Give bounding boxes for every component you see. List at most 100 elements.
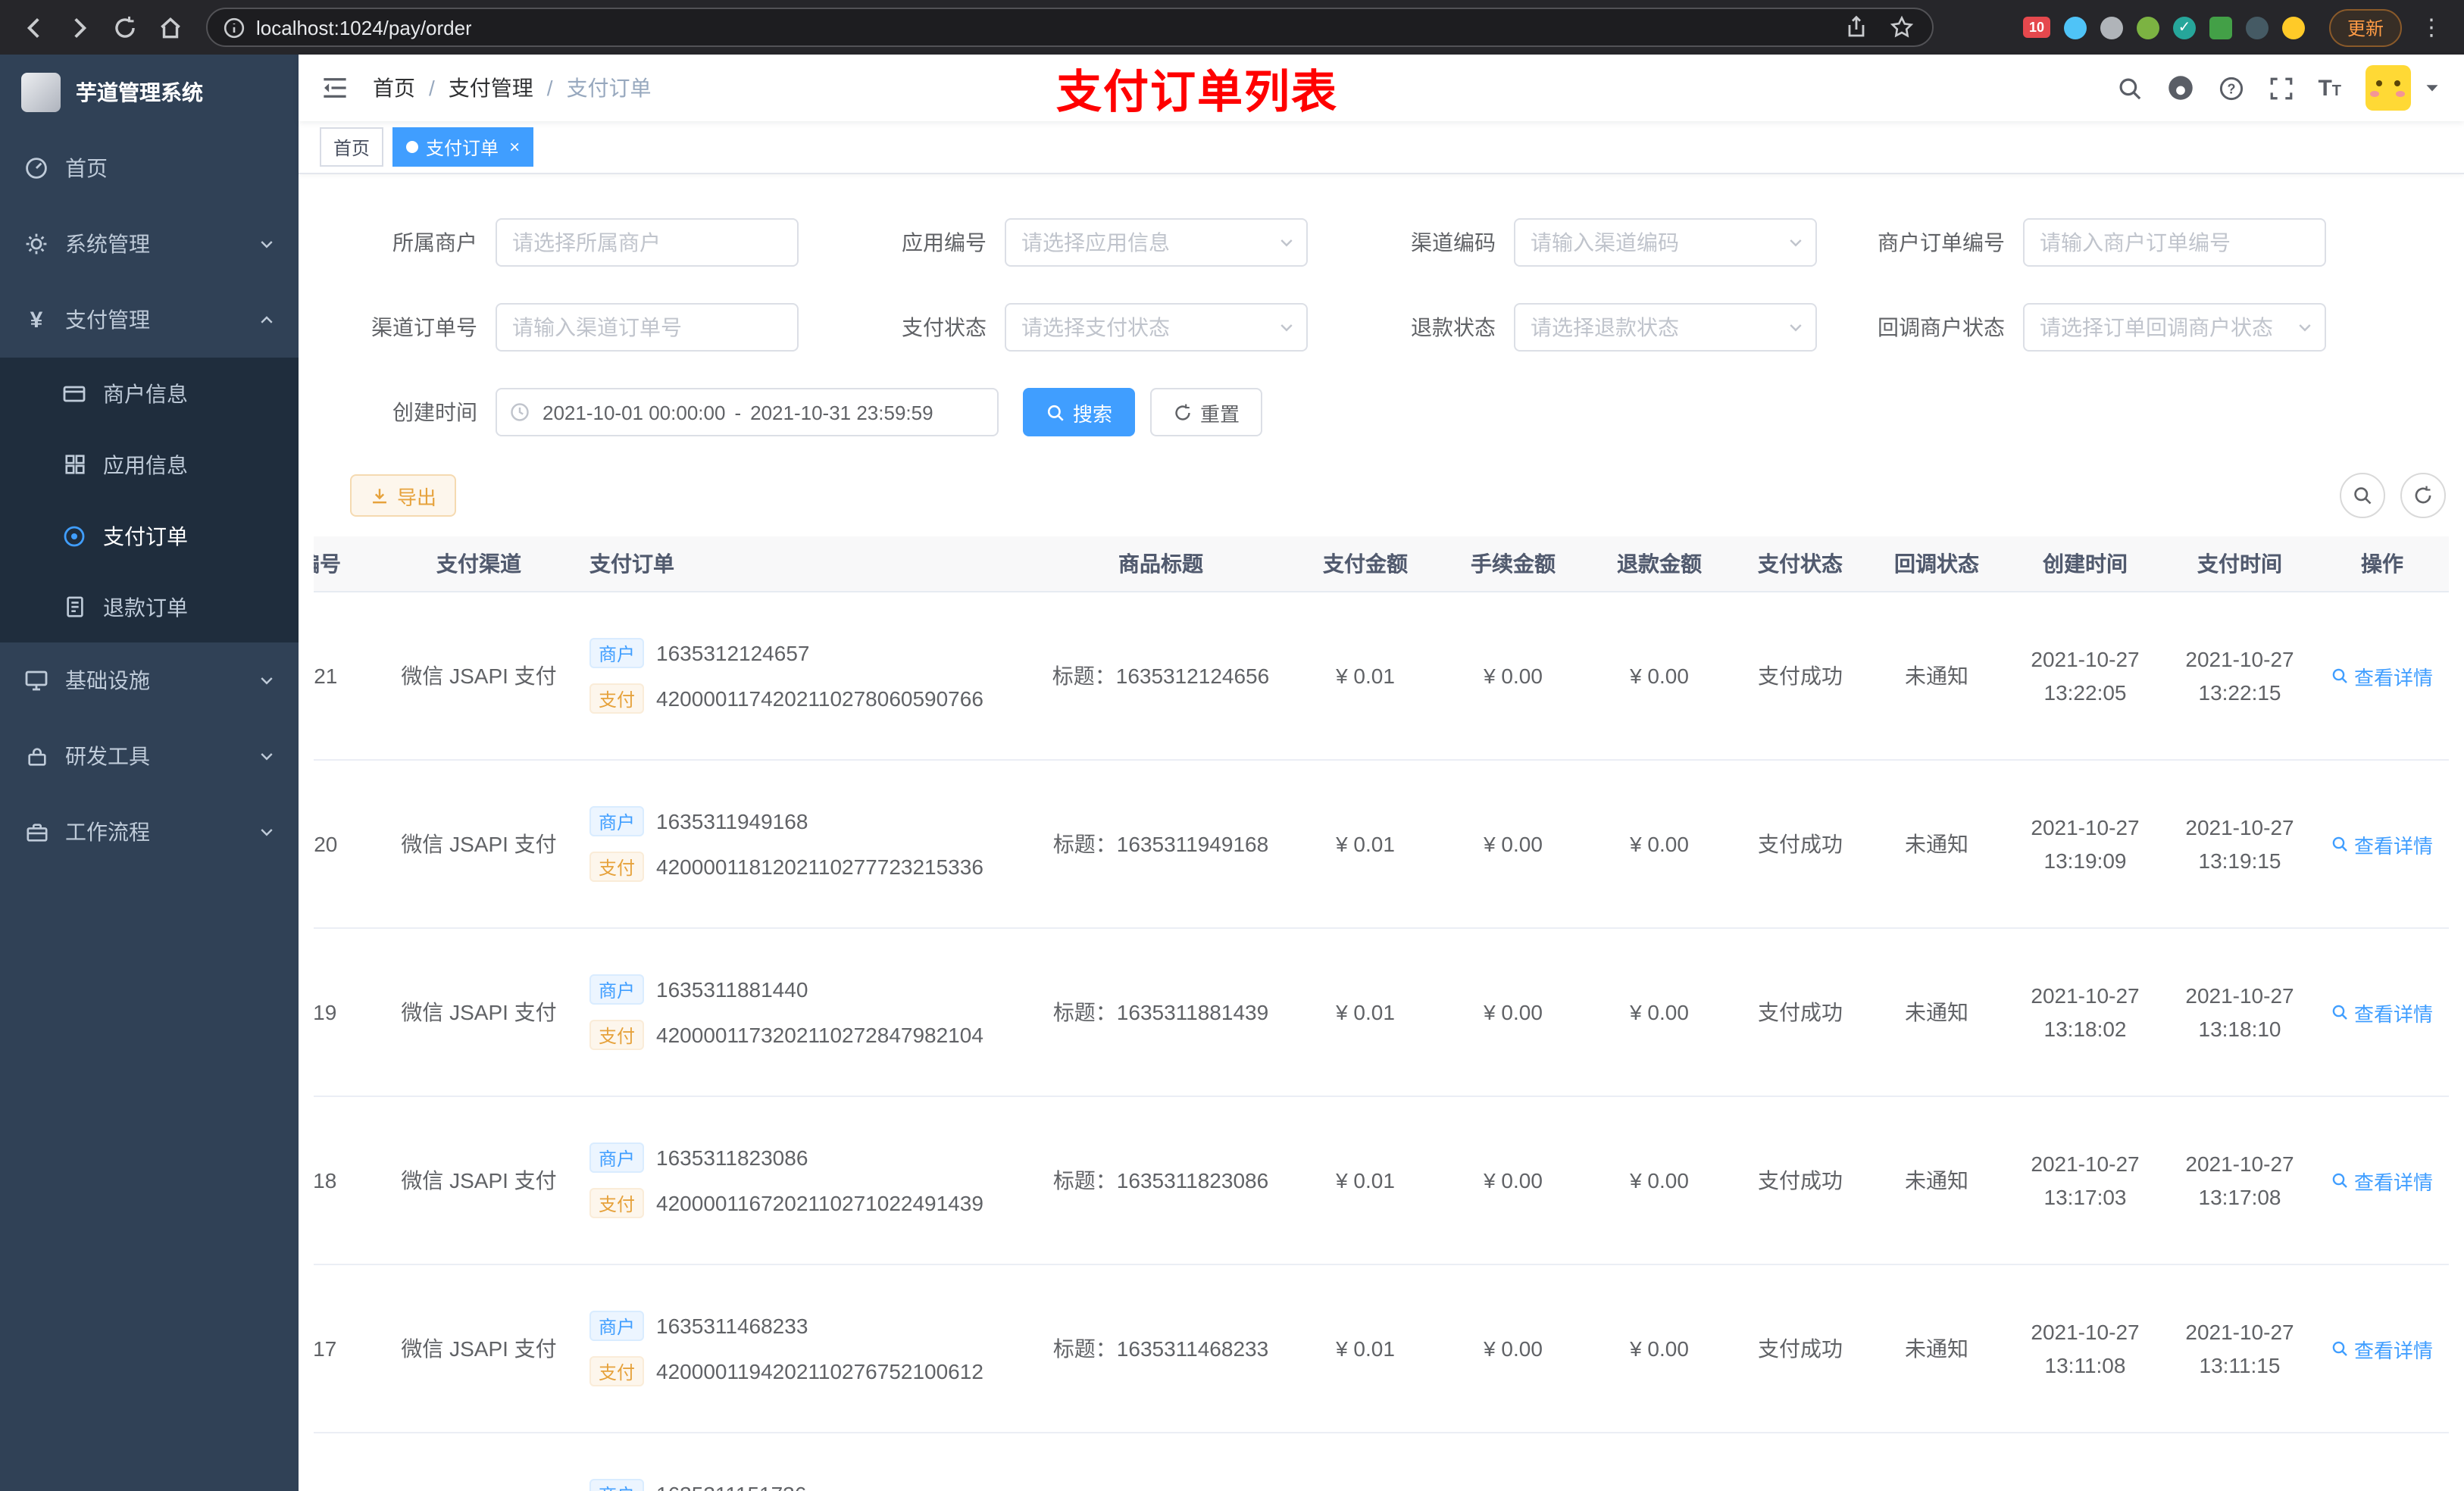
active-tab-dot <box>406 141 419 153</box>
caret-down-icon[interactable] <box>2423 79 2441 97</box>
notify-status-select[interactable] <box>2023 303 2326 352</box>
share-icon[interactable] <box>1841 12 1871 42</box>
grid-icon <box>61 453 88 476</box>
pay-tag: 支付 <box>589 683 645 714</box>
app-no-input[interactable] <box>1006 220 1306 265</box>
cell-refund-amount: ¥ 0.00 <box>1585 760 1734 929</box>
reset-button[interactable]: 重置 <box>1150 388 1263 436</box>
extension-icon[interactable] <box>2063 16 2087 39</box>
reset-button-label: 重置 <box>1200 402 1240 425</box>
help-icon[interactable]: ? <box>2218 75 2244 101</box>
breadcrumb-section[interactable]: 支付管理 <box>449 73 533 103</box>
view-detail-link[interactable]: 查看详情 <box>2331 830 2433 858</box>
filter-label: 创建时间 <box>392 400 477 424</box>
view-detail-link[interactable]: 查看详情 <box>2331 1334 2433 1363</box>
briefcase-icon <box>23 821 50 843</box>
cell-created-time: 2021-10-27 13:11:08 <box>2006 1264 2164 1433</box>
home-icon[interactable] <box>155 12 185 42</box>
extension-icon[interactable] <box>2100 16 2123 39</box>
view-detail-label: 查看详情 <box>2353 1339 2433 1361</box>
refresh-icon <box>1175 403 1190 420</box>
pay-status-input[interactable] <box>1006 305 1306 350</box>
filter-label: 退款状态 <box>1411 315 1496 339</box>
lock-icon <box>23 745 50 767</box>
reload-icon[interactable] <box>109 12 139 42</box>
cell-pay-channel: 微信 JSAPI 支付 <box>380 760 577 929</box>
sidebar-item-home[interactable]: 首页 <box>0 130 299 206</box>
filter-channel-code: 渠道编码 <box>1332 218 1841 267</box>
view-detail-label: 查看详情 <box>2353 1002 2433 1025</box>
sidebar-item-workflow[interactable]: 工作流程 <box>0 794 299 870</box>
search-button-label: 搜索 <box>1073 402 1113 425</box>
app-logo[interactable]: 芋道管理系统 <box>0 55 299 130</box>
orders-table-viewport[interactable]: 编号 支付渠道 支付订单 商品标题 支付金额 手续金额 退款金额 支付状态 回调… <box>314 536 2449 1491</box>
pay-order-no: 4200001181202110277723215336 <box>656 855 983 879</box>
extension-icon[interactable] <box>2281 16 2305 39</box>
github-icon[interactable] <box>2166 74 2194 102</box>
sidebar-item-infrastructure[interactable]: 基础设施 <box>0 642 299 718</box>
merchant-order-no-field[interactable] <box>2023 218 2326 267</box>
sidebar-item-dev-tools[interactable]: 研发工具 <box>0 718 299 794</box>
browser-update-button[interactable]: 更新 <box>2328 8 2402 46</box>
pay-tag: 支付 <box>589 1356 645 1386</box>
breadcrumb-home[interactable]: 首页 <box>373 73 415 103</box>
back-icon[interactable] <box>18 12 48 42</box>
tab-pay-order[interactable]: 支付订单 × <box>392 127 534 167</box>
merchant-order-no-input[interactable] <box>2025 220 2325 265</box>
close-icon[interactable]: × <box>509 136 520 158</box>
sidebar-item-payment[interactable]: ¥ 支付管理 <box>0 282 299 358</box>
forward-icon[interactable] <box>64 12 94 42</box>
sidebar-item-merchant-info[interactable]: 商户信息 <box>0 358 299 429</box>
bookmark-star-icon[interactable] <box>1887 12 1917 42</box>
cell-created-time <box>2006 1433 2164 1491</box>
channel-order-no-input[interactable] <box>497 305 797 350</box>
extension-icon[interactable]: ✓ <box>2172 16 2196 39</box>
extension-icon[interactable] <box>2136 16 2159 39</box>
notify-status-input[interactable] <box>2025 305 2325 350</box>
channel-order-no-field[interactable] <box>496 303 799 352</box>
pay-status-select[interactable] <box>1005 303 1308 352</box>
chevron-down-icon <box>258 671 276 689</box>
search-icon <box>2354 487 2372 505</box>
cell-pay-order: 商户 1635311468233 支付 42000011942021102767… <box>577 1264 1032 1433</box>
sidebar-item-system[interactable]: 系统管理 <box>0 206 299 282</box>
extension-icon[interactable] <box>2245 16 2269 39</box>
merchant-select[interactable] <box>496 218 799 267</box>
sidebar-item-refund-order[interactable]: 退款订单 <box>0 571 299 642</box>
sidebar-item-app-info[interactable]: 应用信息 <box>0 429 299 500</box>
export-button[interactable]: 导出 <box>350 474 457 517</box>
app-no-select[interactable] <box>1005 218 1308 267</box>
payment-submenu: 商户信息 应用信息 支付订单 退款订单 <box>0 358 299 642</box>
extension-badge-icon[interactable]: 10 <box>2022 17 2050 38</box>
tab-home[interactable]: 首页 <box>320 127 384 167</box>
refund-status-input[interactable] <box>1515 305 1815 350</box>
refund-status-select[interactable] <box>1514 303 1817 352</box>
date-range-picker[interactable]: 2021-10-01 00:00:00 - 2021-10-31 23:59:5… <box>496 388 999 436</box>
avatar[interactable] <box>2366 65 2411 111</box>
toggle-search-button[interactable] <box>2340 473 2385 518</box>
gear-icon <box>23 232 50 256</box>
view-detail-link[interactable]: 查看详情 <box>2331 1166 2433 1195</box>
merchant-input[interactable] <box>497 220 797 265</box>
fullscreen-icon[interactable] <box>2268 75 2294 101</box>
sidebar-toggle-icon[interactable] <box>321 74 349 102</box>
browser-menu-icon[interactable]: ⋮ <box>2417 14 2446 41</box>
cell-paid-time: 2021-10-27 13:18:10 <box>2164 928 2315 1097</box>
extension-icon[interactable] <box>2209 16 2232 39</box>
search-icon[interactable] <box>2116 75 2142 101</box>
address-bar[interactable]: localhost:1024/pay/order <box>206 8 1934 47</box>
cell-paid-time: 2021-10-27 13:22:15 <box>2164 592 2315 761</box>
channel-code-select[interactable] <box>1514 218 1817 267</box>
font-size-icon[interactable]: TT <box>2318 75 2341 101</box>
search-button[interactable]: 搜索 <box>1023 388 1136 436</box>
col-header-order: 支付订单 <box>577 536 1032 592</box>
refresh-table-button[interactable] <box>2400 473 2446 518</box>
tags-view-bar: 首页 支付订单 × <box>299 121 2464 174</box>
sidebar-item-pay-order[interactable]: 支付订单 <box>0 500 299 571</box>
channel-code-input[interactable] <box>1515 220 1815 265</box>
cell-actions: 查看详情 <box>2315 592 2449 761</box>
cell-refund-amount: ¥ 0.00 <box>1585 1096 1734 1265</box>
view-detail-link[interactable]: 查看详情 <box>2331 661 2433 690</box>
site-info-icon[interactable] <box>223 12 245 42</box>
view-detail-link[interactable]: 查看详情 <box>2331 998 2433 1027</box>
